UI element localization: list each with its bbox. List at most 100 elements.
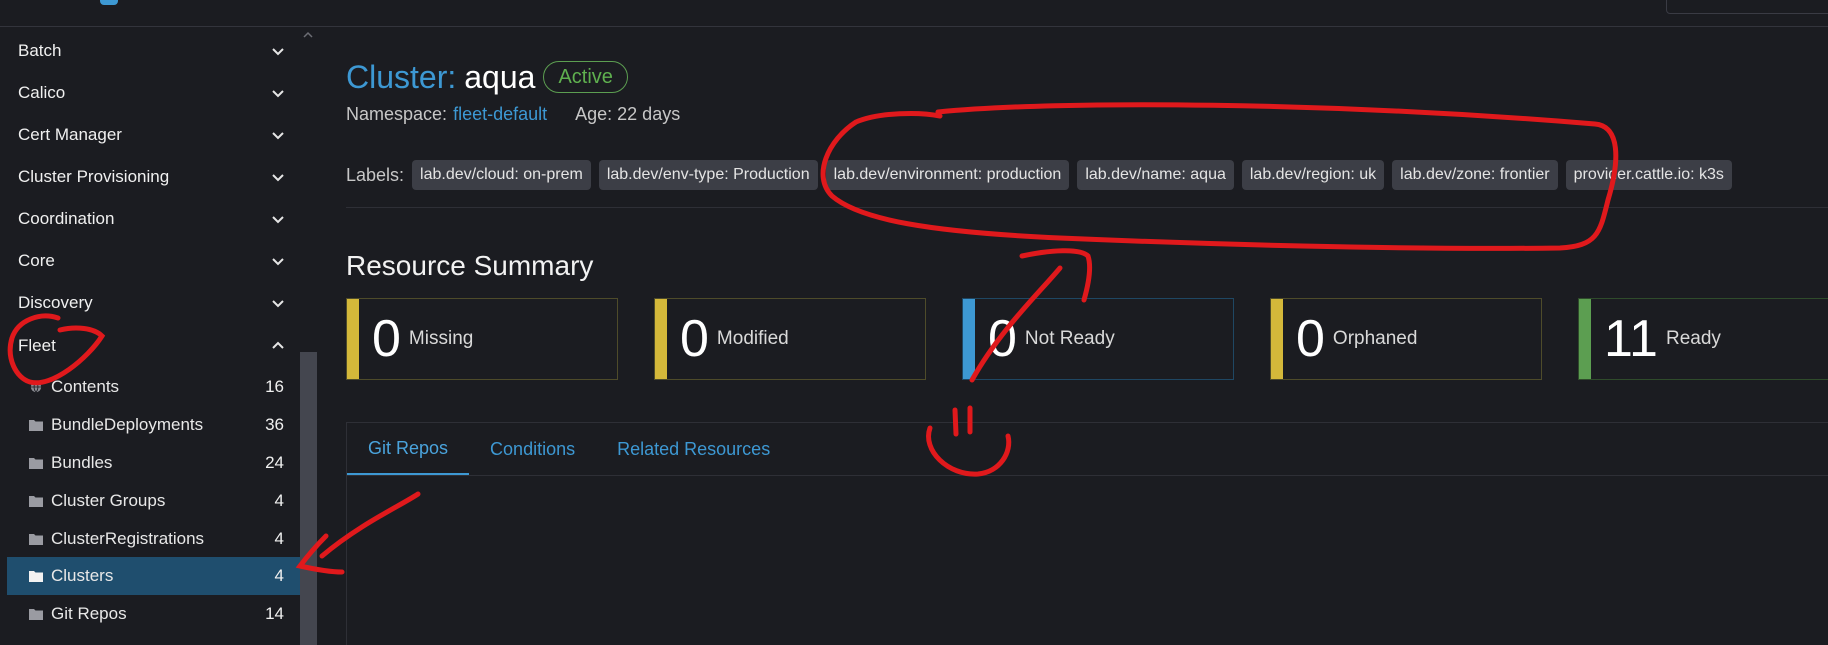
labels-row: Labels: lab.dev/cloud: on-prem lab.dev/e… <box>346 160 1740 190</box>
sidebar-group-label: Coordination <box>18 209 115 228</box>
tab-related-resources[interactable]: Related Resources <box>596 423 791 475</box>
sidebar-group-label: Fleet <box>18 336 56 355</box>
chevron-down-icon <box>272 300 284 308</box>
sidebar-group-label: Cert Manager <box>18 125 122 144</box>
sidebar-group-fleet[interactable]: Fleet <box>0 325 300 367</box>
header-search-input[interactable] <box>1666 0 1828 14</box>
sidebar-group-label: Batch <box>18 41 62 60</box>
page-title: Cluster: aqua Active <box>346 57 628 97</box>
chevron-down-icon <box>272 174 284 182</box>
detail-tabs: Git Repos Conditions Related Resources <box>346 422 1828 476</box>
labels-caption: Labels: <box>346 164 405 185</box>
card-color-bar <box>1271 299 1283 379</box>
card-color-bar <box>1579 299 1591 379</box>
label-chip: provider.cattle.io: k3s <box>1565 160 1732 190</box>
namespace-label: Namespace: <box>346 104 448 124</box>
sidebar-item-count: 14 <box>265 604 284 623</box>
label-chip: lab.dev/environment: production <box>825 160 1070 190</box>
sidebar-item-bundles[interactable]: Bundles 24 <box>7 444 300 482</box>
sidebar-group-label: Discovery <box>18 293 93 312</box>
sidebar-group-cert-manager[interactable]: Cert Manager <box>0 114 300 156</box>
summary-card-not-ready[interactable]: 0 Not Ready <box>962 298 1234 380</box>
sidebar-group-discovery[interactable]: Discovery <box>0 282 300 324</box>
card-label: Missing <box>408 328 474 349</box>
cluster-detail: Cluster: aqua Active Namespace: fleet-de… <box>318 27 1828 645</box>
tab-panel <box>346 476 1828 645</box>
sidebar-item-bundledeployments[interactable]: BundleDeployments 36 <box>7 406 300 444</box>
scroll-up-arrow-icon[interactable] <box>303 30 313 40</box>
sidebar-group-core[interactable]: Core <box>0 240 300 282</box>
meta-row: Namespace: fleet-default Age: 22 days <box>346 104 680 125</box>
card-label: Modified <box>716 328 789 349</box>
card-label: Ready <box>1665 328 1721 349</box>
chevron-up-icon <box>272 341 284 349</box>
card-count: 0 <box>680 310 709 368</box>
sidebar-group-coordination[interactable]: Coordination <box>0 198 300 240</box>
sidebar-item-label: Contents <box>51 377 120 396</box>
chevron-down-icon <box>272 90 284 98</box>
summary-card-modified[interactable]: 0 Modified <box>654 298 926 380</box>
folder-icon <box>29 458 43 469</box>
folder-icon <box>29 420 43 431</box>
card-count: 0 <box>372 310 401 368</box>
title-resource-type: Cluster: <box>346 58 457 95</box>
sidebar-item-contents[interactable]: Contents 16 <box>7 368 300 406</box>
sidebar-group-label: Calico <box>18 83 66 102</box>
summary-card-orphaned[interactable]: 0 Orphaned <box>1270 298 1542 380</box>
folder-icon <box>29 609 43 620</box>
chevron-down-icon <box>272 258 284 266</box>
folder-icon <box>29 571 43 582</box>
sidebar-item-label: Git Repos <box>51 604 127 623</box>
age-text: Age: 22 days <box>575 104 681 124</box>
sidebar-group-label: Core <box>18 251 55 270</box>
tab-conditions[interactable]: Conditions <box>469 423 596 475</box>
resource-summary-title: Resource Summary <box>346 250 594 281</box>
app-root: Batch Calico Cert Manager Cluster Provis… <box>0 0 1828 645</box>
sidebar-group-label: Cluster Provisioning <box>18 167 170 186</box>
label-chip: lab.dev/env-type: Production <box>598 160 818 190</box>
label-chip: lab.dev/name: aqua <box>1077 160 1234 190</box>
tab-git-repos[interactable]: Git Repos <box>347 423 470 475</box>
top-header <box>0 0 1828 27</box>
sidebar-item-label: Bundles <box>51 453 113 472</box>
folder-icon <box>29 534 43 545</box>
card-label: Orphaned <box>1332 328 1418 349</box>
card-color-bar <box>963 299 975 379</box>
sidebar-item-clusterregistrations[interactable]: ClusterRegistrations 4 <box>7 520 300 558</box>
sidebar-group-cluster-provisioning[interactable]: Cluster Provisioning <box>0 156 300 198</box>
folder-icon <box>29 496 43 507</box>
sidebar-nav: Batch Calico Cert Manager Cluster Provis… <box>0 27 317 645</box>
sidebar-item-count: 4 <box>274 491 284 510</box>
sidebar-item-count: 24 <box>265 453 284 472</box>
card-color-bar <box>347 299 359 379</box>
sidebar-group-batch[interactable]: Batch <box>0 30 300 72</box>
sidebar-item-label: ClusterRegistrations <box>51 529 205 548</box>
sidebar-item-label: Clusters <box>51 566 114 585</box>
card-count: 0 <box>1296 310 1325 368</box>
title-cluster-name: aqua <box>464 58 536 95</box>
sidebar-item-clusters[interactable]: Clusters 4 <box>7 557 300 595</box>
sidebar-group-calico[interactable]: Calico <box>0 72 300 114</box>
sidebar-item-count: 4 <box>274 529 284 548</box>
sidebar-scrollbar-thumb[interactable] <box>300 352 317 645</box>
sidebar-item-count: 36 <box>265 415 284 434</box>
globe-icon <box>30 381 42 393</box>
namespace-link[interactable]: fleet-default <box>453 104 547 125</box>
sidebar-item-label: BundleDeployments <box>51 415 204 434</box>
summary-card-ready[interactable]: 11 Ready <box>1578 298 1828 380</box>
summary-card-missing[interactable]: 0 Missing <box>346 298 618 380</box>
card-label: Not Ready <box>1024 328 1115 349</box>
card-count: 0 <box>988 310 1017 368</box>
sidebar-item-count: 16 <box>265 377 284 396</box>
card-color-bar <box>655 299 667 379</box>
sidebar-item-git-repos[interactable]: Git Repos 14 <box>7 595 300 633</box>
sidebar-item-label: Cluster Groups <box>51 491 166 510</box>
label-chip: lab.dev/region: uk <box>1241 160 1385 190</box>
card-count: 11 <box>1604 310 1658 368</box>
sidebar-item-cluster-groups[interactable]: Cluster Groups 4 <box>7 482 300 520</box>
label-chip: lab.dev/zone: frontier <box>1392 160 1558 190</box>
divider <box>346 207 1828 208</box>
chevron-down-icon <box>272 48 284 56</box>
logo[interactable] <box>100 0 118 5</box>
chevron-down-icon <box>272 132 284 140</box>
